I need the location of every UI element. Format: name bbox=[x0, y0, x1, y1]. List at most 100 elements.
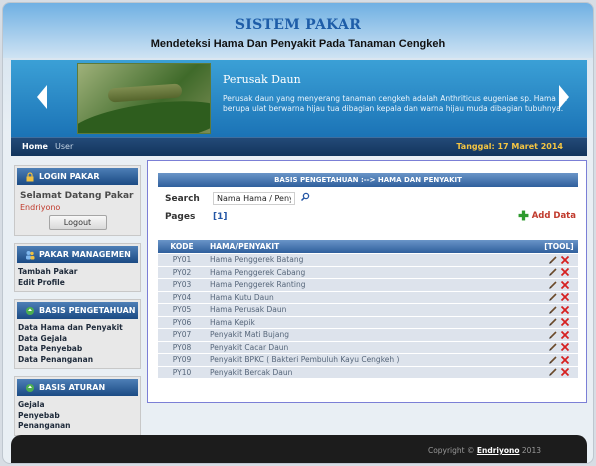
row-kode: PY04 bbox=[158, 291, 206, 303]
table-row: PY07 Penyakit Mati Bujang bbox=[158, 329, 578, 341]
sidebar-item-penanganan[interactable]: Penanganan bbox=[18, 421, 137, 432]
table-row: PY04 Hama Kutu Daun bbox=[158, 291, 578, 303]
edit-pencil-icon[interactable] bbox=[548, 355, 558, 365]
row-kode: PY03 bbox=[158, 279, 206, 291]
table-row: PY05 Hama Perusak Daun bbox=[158, 304, 578, 316]
row-nama: Hama Perusak Daun bbox=[206, 304, 540, 316]
delete-x-icon[interactable] bbox=[560, 355, 570, 365]
row-kode: PY02 bbox=[158, 266, 206, 278]
nav-user[interactable]: User bbox=[55, 142, 73, 151]
copyright-owner-link[interactable]: Endriyono bbox=[477, 446, 520, 455]
edit-pencil-icon[interactable] bbox=[548, 342, 558, 352]
row-nama: Hama Penggerek Cabang bbox=[206, 266, 540, 278]
slide-text: Perusak daun yang menyerang tanaman ceng… bbox=[223, 94, 568, 113]
row-tools bbox=[540, 354, 578, 366]
row-tools bbox=[540, 254, 578, 266]
sidebar-item-tambah-pakar[interactable]: Tambah Pakar bbox=[18, 267, 137, 278]
delete-x-icon[interactable] bbox=[560, 305, 570, 315]
page-frame: SISTEM PAKAR Mendeteksi Hama Dan Penyaki… bbox=[2, 2, 594, 464]
sidebar-item-data-penyebab[interactable]: Data Penyebab bbox=[18, 344, 137, 355]
sidebar-item-data-penanganan[interactable]: Data Penanganan bbox=[18, 355, 137, 366]
delete-x-icon[interactable] bbox=[560, 342, 570, 352]
search-icon[interactable] bbox=[300, 192, 310, 202]
row-nama: Penyakit Mati Bujang bbox=[206, 329, 540, 341]
nav-date: Tanggal: 17 Maret 2014 bbox=[456, 142, 563, 151]
delete-x-icon[interactable] bbox=[560, 280, 570, 290]
edit-pencil-icon[interactable] bbox=[548, 317, 558, 327]
row-tools bbox=[540, 266, 578, 278]
edit-pencil-icon[interactable] bbox=[548, 267, 558, 277]
pages-value[interactable]: [1] bbox=[213, 212, 228, 222]
delete-x-icon[interactable] bbox=[560, 255, 570, 265]
logout-button[interactable]: Logout bbox=[48, 215, 107, 230]
copyright-prefix: Copyright © bbox=[427, 446, 475, 455]
sidebar: LOGIN PAKAR Selamat Datang Pakar Endriyo… bbox=[14, 165, 141, 443]
section-title: BASIS PENGETAHUAN :--> HAMA DAN PENYAKIT bbox=[158, 173, 578, 187]
login-panel: LOGIN PAKAR Selamat Datang Pakar Endriyo… bbox=[14, 165, 141, 236]
delete-x-icon[interactable] bbox=[560, 267, 570, 277]
copyright-year: 2013 bbox=[521, 446, 541, 455]
table-row: PY09 Penyakit BPKC ( Bakteri Pembuluh Kay… bbox=[158, 354, 578, 366]
row-kode: PY08 bbox=[158, 341, 206, 353]
row-nama: Hama Penggerek Batang bbox=[206, 254, 540, 266]
row-kode: PY05 bbox=[158, 304, 206, 316]
search-label: Search bbox=[165, 194, 200, 204]
slider-next-button[interactable] bbox=[555, 82, 573, 112]
sidebar-item-data-hama[interactable]: Data Hama dan Penyakit bbox=[18, 323, 137, 334]
row-kode: PY10 bbox=[158, 366, 206, 378]
footer: Copyright © Endriyono 2013 bbox=[11, 435, 587, 463]
site-title: SISTEM PAKAR bbox=[234, 17, 362, 33]
table-row: PY02 Hama Penggerek Cabang bbox=[158, 266, 578, 278]
delete-x-icon[interactable] bbox=[560, 292, 570, 302]
aturan-panel-title: BASIS ATURAN bbox=[39, 383, 106, 392]
nav-bar: Home User Tanggal: 17 Maret 2014 bbox=[11, 137, 587, 156]
row-tools bbox=[540, 304, 578, 316]
welcome-text: Selamat Datang Pakar bbox=[20, 191, 134, 201]
copyright-text: Copyright © Endriyono 2013 bbox=[428, 446, 541, 455]
row-tools bbox=[540, 329, 578, 341]
sidebar-item-edit-profile[interactable]: Edit Profile bbox=[18, 278, 137, 289]
row-nama: Hama Penggerek Ranting bbox=[206, 279, 540, 291]
col-tool: [TOOL] bbox=[540, 240, 578, 253]
table-row: PY01 Hama Penggerek Batang bbox=[158, 254, 578, 266]
col-kode: KODE bbox=[158, 240, 206, 253]
sidebar-item-data-gejala[interactable]: Data Gejala bbox=[18, 334, 137, 345]
slider-prev-button[interactable] bbox=[33, 82, 51, 112]
delete-x-icon[interactable] bbox=[560, 330, 570, 340]
sidebar-item-gejala[interactable]: Gejala bbox=[18, 400, 137, 411]
row-kode: PY06 bbox=[158, 316, 206, 328]
basis-aturan-panel: BASIS ATURAN Gejala Penyebab Penanganan bbox=[14, 376, 141, 436]
table-row: PY08 Penyakit Cacar Daun bbox=[158, 341, 578, 353]
nav-home[interactable]: Home bbox=[22, 142, 48, 151]
hero-slider: Perusak Daun Perusak daun yang menyerang… bbox=[11, 60, 587, 137]
sidebar-item-penyebab[interactable]: Penyebab bbox=[18, 411, 137, 422]
pages-label: Pages bbox=[165, 212, 196, 222]
main-content: BASIS PENGETAHUAN :--> HAMA DAN PENYAKIT… bbox=[147, 160, 587, 403]
table-row: PY03 Hama Penggerek Ranting bbox=[158, 279, 578, 291]
lock-icon bbox=[26, 171, 34, 181]
chevron-right-icon bbox=[559, 85, 569, 109]
row-nama: Hama Kepik bbox=[206, 316, 540, 328]
row-tools bbox=[540, 341, 578, 353]
pakar-panel-title: PAKAR MANAGEMEN bbox=[39, 250, 131, 259]
edit-pencil-icon[interactable] bbox=[548, 367, 558, 377]
add-data-button[interactable]: Add Data bbox=[518, 210, 576, 221]
row-nama: Penyakit Cacar Daun bbox=[206, 341, 540, 353]
aturan-panel-heading: BASIS ATURAN bbox=[17, 379, 138, 396]
slide-title: Perusak Daun bbox=[223, 73, 301, 86]
pengetahuan-panel-title: BASIS PENGETAHUAN bbox=[39, 306, 136, 315]
delete-x-icon[interactable] bbox=[560, 367, 570, 377]
login-panel-heading: LOGIN PAKAR bbox=[17, 168, 138, 185]
chevron-left-icon bbox=[37, 85, 47, 109]
hama-table: KODE HAMA/PENYAKIT [TOOL] PY01 Hama Pengg… bbox=[158, 239, 578, 379]
edit-pencil-icon[interactable] bbox=[548, 305, 558, 315]
edit-pencil-icon[interactable] bbox=[548, 292, 558, 302]
table-row: PY10 Penyakit Bercak Daun bbox=[158, 366, 578, 378]
pengetahuan-panel-heading: BASIS PENGETAHUAN bbox=[17, 302, 138, 319]
edit-pencil-icon[interactable] bbox=[548, 280, 558, 290]
delete-x-icon[interactable] bbox=[560, 317, 570, 327]
edit-pencil-icon[interactable] bbox=[548, 255, 558, 265]
edit-pencil-icon[interactable] bbox=[548, 330, 558, 340]
search-input[interactable] bbox=[213, 192, 295, 205]
row-tools bbox=[540, 291, 578, 303]
